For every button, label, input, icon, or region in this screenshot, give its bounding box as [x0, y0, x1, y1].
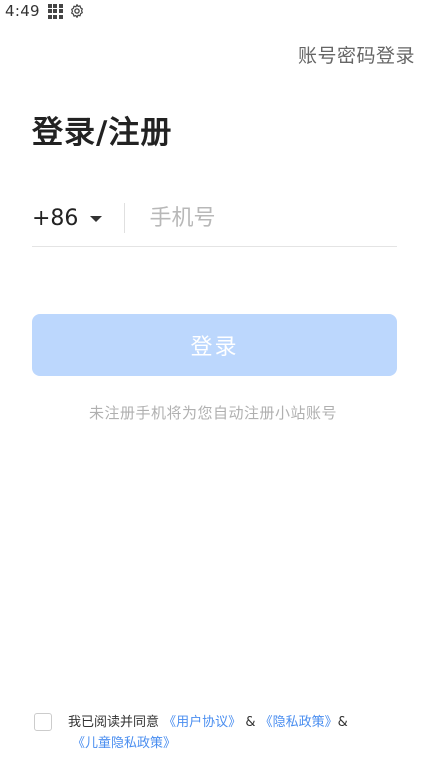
status-time: 4:49	[5, 2, 40, 20]
agreement-line-2: 《儿童隐私政策》	[72, 733, 176, 754]
ampersand: &	[337, 715, 348, 730]
country-code-selector[interactable]: +86	[32, 205, 103, 231]
auto-register-hint: 未注册手机将为您自动注册小站账号	[88, 404, 337, 422]
login-button[interactable]: 登录	[32, 314, 397, 376]
status-bar: 4:49	[0, 0, 426, 22]
agreement-prefix: 我已阅读并同意	[68, 715, 160, 730]
agreement-text: 我已阅读并同意 《用户协议》 & 《隐私政策》&	[68, 712, 398, 733]
ampersand: &	[245, 715, 256, 730]
phone-input-row: +86	[32, 190, 397, 247]
user-agreement-link[interactable]: 《用户协议》	[163, 715, 241, 730]
privacy-policy-link[interactable]: 《隐私政策》	[260, 715, 338, 730]
caret-down-icon	[90, 216, 103, 222]
phone-number-input[interactable]	[147, 204, 382, 232]
children-privacy-policy-link[interactable]: 《儿童隐私政策》	[72, 736, 176, 751]
account-password-login-link[interactable]: 账号密码登录	[298, 41, 415, 68]
agree-checkbox[interactable]	[34, 713, 52, 731]
gear-icon	[70, 4, 83, 18]
app-grid-icon	[47, 3, 63, 19]
page-title: 登录/注册	[32, 115, 173, 151]
divider	[124, 203, 126, 233]
country-code-text: +86	[32, 205, 79, 231]
